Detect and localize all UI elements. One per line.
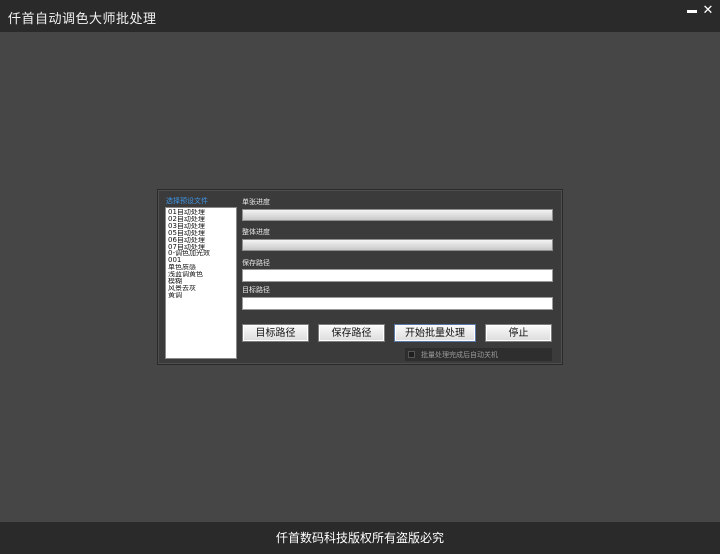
- stop-button[interactable]: 停止: [485, 324, 552, 342]
- app-window: 仟首自动调色大师批处理 ✕ 选择预设文件 01自动处理 02自动处理 03自动处理 0…: [0, 0, 720, 554]
- target-path-input[interactable]: [242, 297, 553, 310]
- preset-list-item[interactable]: 001: [168, 257, 234, 264]
- overall-progress-label: 整体进度: [242, 228, 270, 236]
- save-path-button[interactable]: 保存路径: [318, 324, 385, 342]
- preset-list-item[interactable]: 05自动处理: [168, 230, 234, 237]
- preset-list[interactable]: 01自动处理 02自动处理 03自动处理 05自动处理 06自动处理 07自动处理 0-调色…: [165, 207, 237, 359]
- minimize-icon[interactable]: [684, 4, 700, 18]
- auto-shutdown-label: 批量处理完成后自动关机: [421, 351, 498, 359]
- preset-list-item[interactable]: 单色质感: [168, 264, 234, 271]
- preset-list-item[interactable]: 0-调色加光效: [168, 250, 234, 257]
- preset-list-item[interactable]: 02自动处理: [168, 216, 234, 223]
- start-batch-button[interactable]: 开始批量处理: [394, 324, 476, 342]
- footer-copyright: 仟首数码科技版权所有盗版必究: [0, 522, 720, 554]
- single-progress-label: 单张进度: [242, 198, 270, 206]
- auto-shutdown-option[interactable]: 批量处理完成后自动关机: [405, 348, 552, 361]
- preset-list-title: 选择预设文件: [166, 197, 208, 205]
- preset-list-item[interactable]: 浅蓝调黄色: [168, 271, 234, 278]
- preset-list-item[interactable]: 06自动处理: [168, 237, 234, 244]
- batch-panel: 选择预设文件 01自动处理 02自动处理 03自动处理 05自动处理 06自动处理 07自…: [157, 189, 563, 365]
- preset-list-item[interactable]: 01自动处理: [168, 209, 234, 216]
- overall-progress-bar: [242, 239, 553, 251]
- window-title: 仟首自动调色大师批处理: [8, 12, 157, 27]
- target-path-label: 目标路径: [242, 286, 270, 294]
- preset-list-item[interactable]: 07自动处理: [168, 244, 234, 251]
- title-bar[interactable]: 仟首自动调色大师批处理 ✕: [0, 0, 720, 32]
- single-progress-bar: [242, 209, 553, 221]
- target-path-button[interactable]: 目标路径: [242, 324, 309, 342]
- preset-list-item[interactable]: 03自动处理: [168, 223, 234, 230]
- preset-list-item[interactable]: 黄调: [168, 292, 234, 299]
- preset-list-item[interactable]: 模糊: [168, 278, 234, 285]
- preset-list-item[interactable]: 风景去灰: [168, 285, 234, 292]
- close-icon[interactable]: ✕: [700, 4, 716, 18]
- save-path-input[interactable]: [242, 269, 553, 282]
- save-path-label: 保存路径: [242, 259, 270, 267]
- auto-shutdown-checkbox[interactable]: [408, 351, 415, 358]
